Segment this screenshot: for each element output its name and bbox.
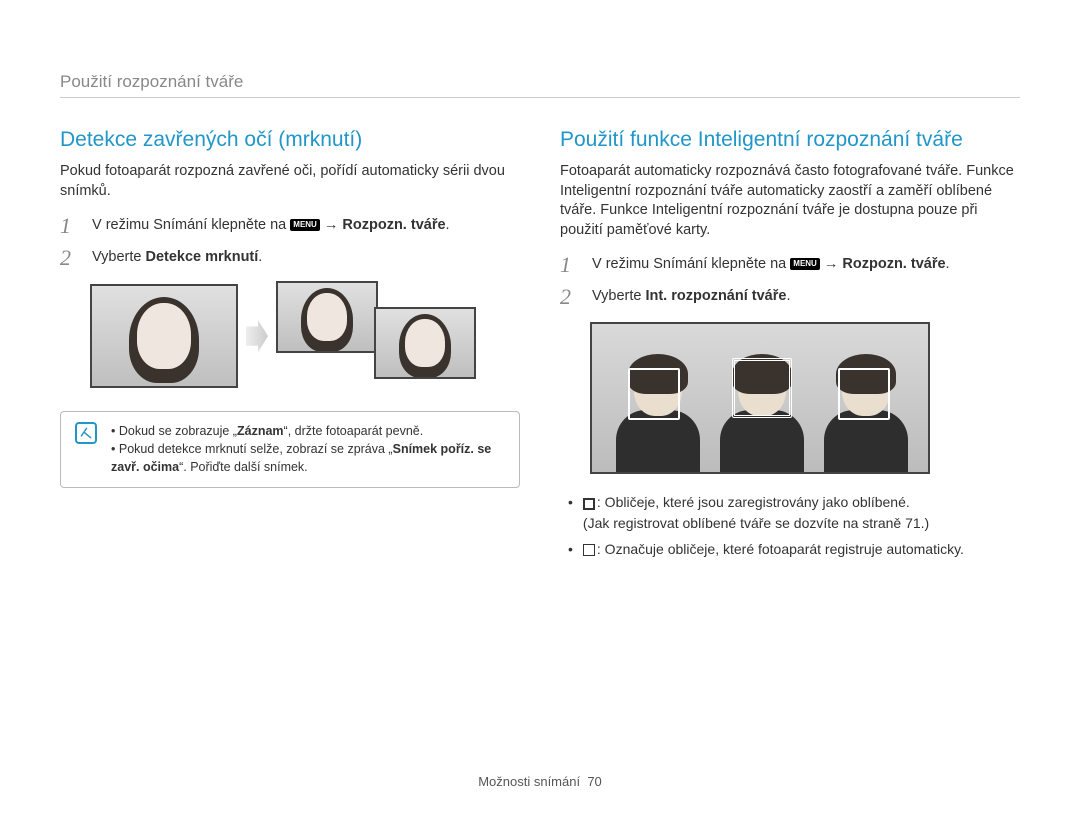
left-step-1: 1 V režimu Snímání klepněte na MENU → Ro… (60, 215, 520, 237)
note-box: Dokud se zobrazuje „Záznam“, držte fotoa… (60, 411, 520, 487)
left-illustration (90, 281, 520, 391)
legend-square-double-icon (583, 498, 595, 510)
left-step2-text-b: Detekce mrknutí (145, 249, 258, 265)
arrow-right-icon (246, 320, 268, 352)
right-intro: Fotoaparát automaticky rozpoznává často … (560, 162, 1020, 240)
left-step-2: 2 Vyberte Detekce mrknutí. (60, 247, 520, 269)
legend-list: : Obličeje, které jsou zaregistrovány ja… (568, 492, 1020, 559)
legend-item-favorite: : Obličeje, které jsou zaregistrovány ja… (568, 492, 1020, 533)
page-footer: Možnosti snímání 70 (0, 774, 1080, 789)
breadcrumb: Použití rozpoznání tváře (60, 72, 1020, 98)
left-intro: Pokud fotoaparát rozpozná zavřené oči, p… (60, 162, 520, 201)
right-section-title: Použití funkce Inteligentní rozpoznání t… (560, 128, 1020, 152)
left-step1-text-a: V režimu Snímání klepněte na (92, 217, 290, 233)
legend-square-icon (583, 544, 595, 556)
right-step1-text-b: → Rozpozn. tváře (824, 256, 946, 272)
left-section-title: Detekce zavřených očí (mrknutí) (60, 128, 520, 152)
right-column: Použití funkce Inteligentní rozpoznání t… (560, 128, 1020, 565)
photo-result-2 (374, 307, 476, 379)
photo-result-1 (276, 281, 378, 353)
left-column: Detekce zavřených očí (mrknutí) Pokud fo… (60, 128, 520, 565)
legend-item-auto: : Označuje obličeje, které fotoaparát re… (568, 539, 1020, 559)
right-step-2: 2 Vyberte Int. rozpoznání tváře. (560, 286, 1020, 308)
footer-page-number: 70 (587, 774, 601, 789)
right-step-1: 1 V režimu Snímání klepněte na MENU → Ro… (560, 254, 1020, 276)
note-item-2: Pokud detekce mrknutí selže, zobrazí se … (111, 440, 505, 476)
face-box-favorite (732, 358, 792, 418)
menu-icon: MENU (290, 219, 320, 231)
right-step1-text-a: V režimu Snímání klepněte na (592, 256, 790, 272)
step-number: 1 (60, 215, 76, 237)
right-step2-text-a: Vyberte (592, 288, 645, 304)
step-number: 1 (560, 254, 576, 276)
step-number: 2 (60, 247, 76, 269)
right-step2-text-b: Int. rozpoznání tváře (645, 288, 786, 304)
photo-closed-eyes (90, 284, 238, 388)
right-illustration (590, 322, 930, 474)
left-step1-text-b: → Rozpozn. tváře (324, 217, 446, 233)
face-box-3 (838, 368, 890, 420)
menu-icon: MENU (790, 258, 820, 270)
note-icon (75, 422, 97, 444)
left-step2-text-a: Vyberte (92, 249, 145, 265)
note-item-1: Dokud se zobrazuje „Záznam“, držte fotoa… (111, 422, 505, 440)
step-number: 2 (560, 286, 576, 308)
face-box-1 (628, 368, 680, 420)
footer-label: Možnosti snímání (478, 774, 580, 789)
